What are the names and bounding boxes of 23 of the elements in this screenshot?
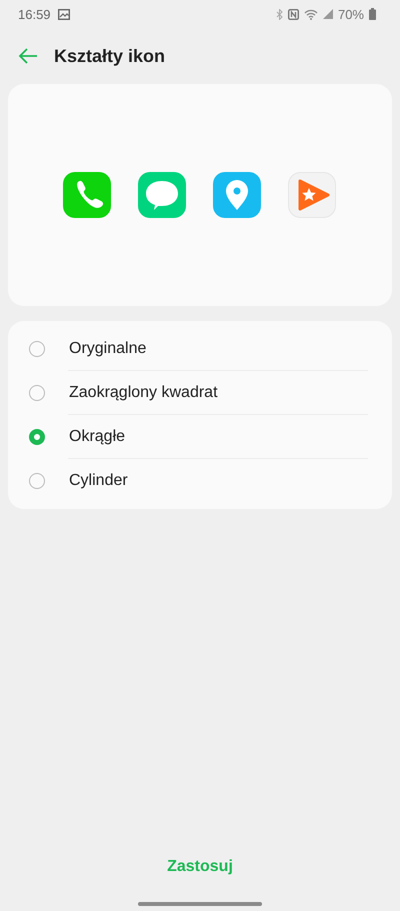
radio-button[interactable] [29,385,45,401]
page-title: Kształty ikon [54,46,166,66]
phone-app-icon [62,172,110,218]
radio-button[interactable] [29,341,45,357]
battery-percent: 70% [338,6,364,22]
wifi-icon [304,8,318,20]
nfc-icon [288,8,299,20]
map-pin-app-icon [212,172,260,218]
signal-icon [322,9,333,19]
option-label: Zaokrąglony kwadrat [69,384,218,402]
status-time: 16:59 [18,6,51,22]
bluetooth-icon [276,8,283,20]
option-label: Oryginalne [69,340,146,358]
radio-button[interactable] [29,429,45,445]
option-label: Okrągłe [69,428,126,446]
radio-button[interactable] [29,473,45,489]
option-label: Cylinder [69,472,128,490]
battery-icon [369,8,376,20]
star-play-app-icon [288,172,336,218]
chat-app-icon [138,172,186,218]
apply-button[interactable]: Zastosuj [151,850,249,884]
back-arrow-icon [18,48,38,64]
image-icon [58,8,70,20]
